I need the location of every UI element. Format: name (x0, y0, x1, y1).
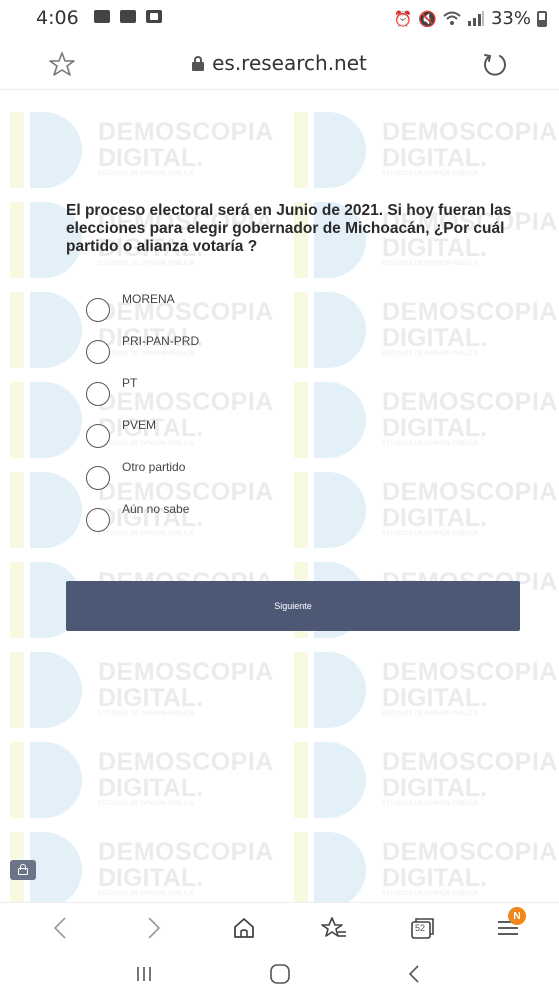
option-label: Otro partido (122, 460, 186, 474)
home-icon (234, 918, 254, 938)
lock-icon (192, 55, 205, 71)
status-bar: 4:06 ⏰ 🔇 33% (0, 0, 559, 38)
status-time: 4:06 (36, 7, 79, 29)
watermark-logo: DEMOSCOPIADIGITAL.ESTUDIOS DE OPINIÓN PÚ… (254, 824, 557, 902)
watermark-logo: DEMOSCOPIADIGITAL.ESTUDIOS DE OPINIÓN PÚ… (254, 734, 557, 826)
battery-icon (537, 10, 547, 27)
bookmarks-button[interactable] (318, 913, 350, 943)
signal-icon (467, 11, 484, 26)
mute-icon: 🔇 (418, 9, 437, 28)
radio-button[interactable] (86, 382, 110, 406)
option-label: PVEM (122, 418, 157, 432)
radio-button[interactable] (86, 466, 110, 490)
folder-icon (120, 10, 136, 23)
next-button-label: Siguiente (274, 601, 312, 611)
radio-button[interactable] (86, 508, 110, 532)
page-content: DEMOSCOPIA DIGITAL. ESTUDIOS DE OPINIÓN PÚ… (0, 90, 559, 902)
address-bar: es.research.net (0, 38, 559, 90)
option-item[interactable]: Otro partido (86, 458, 386, 500)
chevron-left-icon (53, 917, 66, 939)
forward-button[interactable] (138, 913, 170, 943)
browser-toolbar: 52 N (0, 902, 559, 952)
tab-count: 52 (415, 923, 426, 933)
wifi-icon (443, 11, 461, 25)
menu-badge: N (508, 907, 526, 925)
floating-lock-icon[interactable] (10, 860, 36, 880)
radio-button[interactable] (86, 424, 110, 448)
watermark-logo: DEMOSCOPIADIGITAL.ESTUDIOS DE OPINIÓN PÚ… (0, 644, 273, 736)
bookmarks-icon (321, 917, 346, 937)
back-nav-icon (408, 965, 419, 983)
option-item[interactable]: PT (86, 374, 386, 416)
option-item[interactable]: MORENA (86, 290, 386, 332)
back-button[interactable] (44, 913, 76, 943)
battery-percent: 33% (490, 8, 531, 29)
option-label: Aún no sabe (122, 502, 190, 516)
option-label: MORENA (122, 292, 175, 306)
radio-button[interactable] (86, 298, 110, 322)
chevron-right-icon (148, 917, 161, 939)
watermark-logo: DEMOSCOPIADIGITAL.ESTUDIOS DE OPINIÓN PÚ… (0, 734, 273, 826)
recents-icon (137, 967, 151, 981)
reload-icon[interactable] (481, 50, 509, 78)
radio-button[interactable] (86, 340, 110, 364)
image-icon (94, 10, 110, 23)
watermark-logo: DEMOSCOPIADIGITAL.ESTUDIOS DE OPINIÓN PÚ… (254, 644, 557, 736)
url-text: es.research.net (212, 51, 367, 75)
option-label: PT (122, 376, 138, 390)
option-item[interactable]: PRI-PAN-PRD (86, 332, 386, 374)
home-button[interactable] (228, 913, 260, 943)
app-icon (146, 10, 162, 23)
option-item[interactable]: Aún no sabe (86, 500, 386, 542)
options-list: MORENA PRI-PAN-PRD PT PVEM Otro partido Aún n… (86, 290, 386, 542)
option-item[interactable]: PVEM (86, 416, 386, 458)
home-nav-icon (270, 964, 290, 984)
system-nav-bar (0, 952, 559, 996)
home-nav-button[interactable] (260, 960, 300, 988)
tabs-button[interactable]: 52 (406, 913, 438, 943)
recents-button[interactable] (124, 960, 164, 988)
watermark-logo: DEMOSCOPIADIGITAL.ESTUDIOS DE OPINIÓN PÚ… (254, 104, 557, 196)
alarm-icon: ⏰ (393, 9, 413, 28)
back-nav-button[interactable] (394, 960, 434, 988)
menu-button[interactable]: N (492, 907, 526, 943)
next-button[interactable]: Siguiente (66, 581, 520, 631)
survey-question: El proceso electoral será en Junio de 20… (66, 202, 512, 255)
watermark-logo: DEMOSCOPIADIGITAL.ESTUDIOS DE OPINIÓN PÚ… (0, 824, 273, 902)
url-field[interactable]: es.research.net (0, 51, 559, 75)
watermark-logo: DEMOSCOPIADIGITAL.ESTUDIOS DE OPINIÓN PÚ… (0, 104, 273, 196)
option-label: PRI-PAN-PRD (122, 334, 200, 348)
